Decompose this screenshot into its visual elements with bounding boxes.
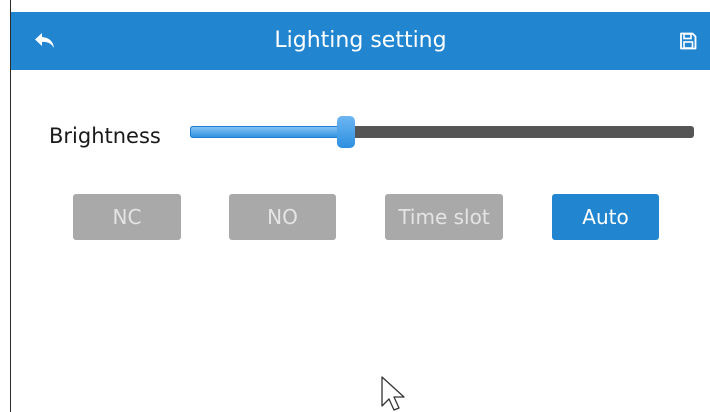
mode-button-no[interactable]: NO bbox=[229, 194, 336, 240]
mode-button-nc[interactable]: NC bbox=[73, 194, 181, 240]
slider-thumb[interactable] bbox=[337, 116, 355, 148]
brightness-slider[interactable] bbox=[190, 116, 694, 148]
slider-fill bbox=[190, 126, 346, 138]
brightness-label: Brightness bbox=[49, 124, 161, 148]
mouse-pointer-icon bbox=[381, 376, 405, 411]
mode-button-time-slot[interactable]: Time slot bbox=[385, 194, 503, 240]
save-icon[interactable] bbox=[679, 32, 697, 50]
page-title: Lighting setting bbox=[274, 28, 447, 53]
mode-button-auto[interactable]: Auto bbox=[552, 194, 659, 240]
header-bar: Lighting setting bbox=[11, 12, 710, 70]
